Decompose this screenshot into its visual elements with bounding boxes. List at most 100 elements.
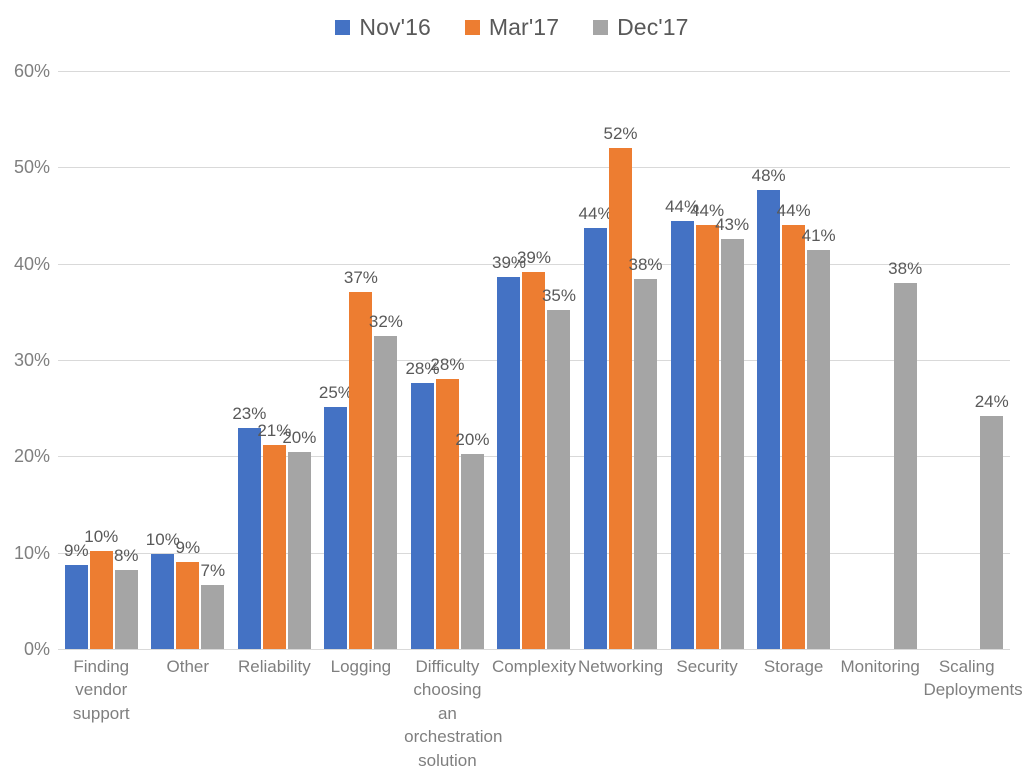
category-label-line: Reliability [237,657,311,676]
bar[interactable] [89,550,113,649]
category-label-line: Difficulty [415,657,480,676]
bar[interactable] [151,553,175,649]
category-label-line: Complexity [491,657,577,676]
bar-group: 10% 9% 7% [145,71,232,649]
bar-value-label: 8% [113,546,139,566]
bar-value-label: 20% [455,430,490,450]
legend-item-label: Nov'16 [359,14,431,40]
bar-value-label: 32% [368,311,403,331]
category-label-line: Networking [578,657,664,676]
bar-value-label: 38% [888,258,923,278]
bar[interactable] [720,238,744,649]
category-label-line: support [72,703,130,723]
legend-item-label: Dec'17 [617,14,689,40]
category-label: Security [664,655,751,678]
category-label: Logging [318,655,405,678]
chart-legend: Nov'16 Mar'17 Dec'17 [0,14,1024,41]
bar-group: 9% 10% 8% [58,71,145,649]
y-axis-label: 0% [23,639,50,659]
category-axis-labels: Finding vendor support Other Reliability Logg… [58,655,1023,770]
bar[interactable] [634,279,658,649]
bar-group: 38% [837,71,924,649]
bar-value-label: 39% [516,248,551,268]
category-label-line: orchestration [404,727,503,747]
bar[interactable] [584,228,608,649]
bar[interactable] [114,570,138,649]
bar-group: 23% 21% 20% [231,71,318,649]
category-label: Scaling Deployments [923,655,1022,702]
category-label-line: Other [166,657,210,676]
bar[interactable] [782,225,806,649]
bar-value-label: 7% [200,561,226,581]
y-axis-label: 20% [13,446,50,467]
bar-value-label: 52% [603,124,638,144]
bar[interactable] [349,291,373,649]
category-label-line: Logging [330,657,392,676]
bar-group: 24% [923,71,1010,649]
legend-swatch-icon [593,20,609,35]
category-label-line: Storage [763,657,824,676]
bar-value-label: 41% [801,226,836,246]
bar[interactable] [609,148,633,649]
bar[interactable] [201,585,225,649]
bar[interactable] [64,565,88,649]
bar[interactable] [980,415,1004,649]
category-label: Other [145,655,232,678]
bar-value-label: 43% [715,214,750,234]
bar-value-label: 35% [541,285,576,305]
bar-value-label: 10% [84,526,119,546]
category-label-line: solution [418,750,477,770]
plot-area: 0% 10% 20% 30% 40% 50% 60% 9% 10% 8% 10% 9% 7% 23% 21%… [14,62,1010,658]
bar-value-label: 23% [232,404,267,424]
category-label-line: vendor [75,680,128,700]
bar-value-label: 38% [628,255,663,275]
y-axis-label: 50% [13,157,50,178]
bar-value-label: 24% [974,391,1009,411]
bar[interactable] [262,444,286,649]
bar-group: 39% 39% 35% [491,71,578,649]
bar[interactable] [324,407,348,649]
category-label: Complexity [491,655,578,678]
bar-chart: Nov'16 Mar'17 Dec'17 0% 10% 20% 30% 40% 50% 60% 9… [0,0,1024,770]
bar[interactable] [807,250,831,649]
bar-group: 28% 28% 20% [404,71,491,649]
bar[interactable] [695,225,719,649]
bar-value-label: 20% [282,427,317,447]
bar[interactable] [460,454,484,649]
bar-value-label: 9% [175,538,201,558]
bar[interactable] [237,428,261,649]
y-axis-label: 30% [13,350,50,370]
bar[interactable] [497,277,521,649]
bar[interactable] [522,272,546,649]
category-label-line: choosing an [413,680,482,723]
category-label: Finding vendor support [58,655,145,725]
legend-item-mar17[interactable]: Mar'17 [464,14,560,41]
category-label: Storage [750,655,837,678]
legend-item-label: Mar'17 [488,14,560,40]
legend-item-dec17[interactable]: Dec'17 [593,14,688,41]
bar[interactable] [374,335,398,649]
category-label: Networking [577,655,664,678]
category-label-line: Scaling [938,657,995,676]
bar[interactable] [670,221,694,649]
legend-item-nov16[interactable]: Nov'16 [335,14,431,41]
bar-value-label: 48% [751,166,786,186]
bar-value-label: 37% [343,267,378,287]
category-label-line: Finding [73,657,130,676]
category-label: Reliability [231,655,318,678]
category-label: Difficulty choosing an orchestration soluti… [404,655,503,772]
legend-swatch-icon [464,20,480,35]
category-label-line: Security [676,657,738,676]
bar[interactable] [893,282,917,649]
bar[interactable] [547,309,571,649]
bar[interactable] [435,379,459,649]
bar-group: 44% 52% 38% [577,71,664,649]
bar[interactable] [410,383,434,649]
bar-value-label: 44% [776,201,811,221]
bar[interactable] [287,451,311,649]
y-axis-label: 60% [13,61,50,81]
bar[interactable] [757,190,781,649]
bar-group: 25% 37% 32% [318,71,405,649]
legend-swatch-icon [335,20,351,35]
gridline-0 [58,649,1010,650]
